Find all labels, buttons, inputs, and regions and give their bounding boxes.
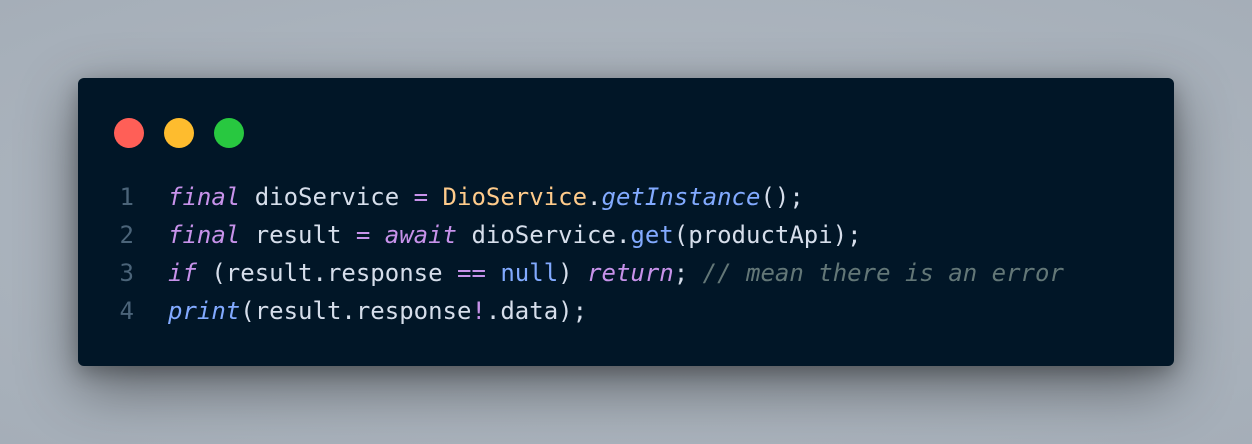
- code-line: 3 if (result.response == null) return; /…: [78, 254, 1174, 292]
- code-window: 1 final dioService = DioService.getInsta…: [78, 78, 1174, 366]
- code-token: (result.response: [196, 259, 457, 287]
- line-number: 4: [119, 297, 134, 325]
- code-token: .data);: [485, 297, 588, 325]
- code-token: !: [471, 297, 486, 325]
- code-line: 2 final result = await dioService.get(pr…: [78, 216, 1174, 254]
- code-token: getInstance: [601, 183, 761, 211]
- line-number: 2: [119, 221, 134, 249]
- code-block: 1 final dioService = DioService.getInsta…: [78, 178, 1174, 330]
- line-number: 3: [119, 259, 134, 287]
- code-token: if: [168, 259, 197, 287]
- code-token: // mean there is an error: [702, 259, 1064, 287]
- code-token: null: [500, 259, 559, 287]
- maximize-button[interactable]: [214, 118, 244, 148]
- line-content: if (result.response == null) return; // …: [168, 254, 1064, 292]
- code-token: result: [240, 221, 356, 249]
- line-content: print(result.response!.data);: [168, 292, 587, 330]
- code-token: final: [168, 183, 241, 211]
- code-token: .: [587, 183, 602, 211]
- code-token: final: [168, 221, 241, 249]
- code-token: =: [355, 221, 371, 249]
- code-token: ==: [457, 259, 486, 287]
- close-button[interactable]: [114, 118, 144, 148]
- code-token: ();: [760, 183, 804, 211]
- line-content: final result = await dioService.get(prod…: [168, 216, 862, 254]
- code-token: return: [587, 259, 674, 287]
- code-token: get: [630, 221, 674, 249]
- line-number: 1: [119, 183, 134, 211]
- code-token: DioService: [442, 183, 588, 211]
- code-line: 1 final dioService = DioService.getInsta…: [78, 178, 1174, 216]
- code-token: (result.response: [240, 297, 472, 325]
- code-token: =: [413, 183, 429, 211]
- code-token: ): [558, 259, 588, 287]
- line-content: final dioService = DioService.getInstanc…: [168, 178, 804, 216]
- code-token: print: [168, 297, 241, 325]
- code-token: (productApi);: [673, 221, 862, 249]
- code-token: await: [384, 221, 457, 249]
- minimize-button[interactable]: [164, 118, 194, 148]
- code-line: 4 print(result.response!.data);: [78, 292, 1174, 330]
- window-controls: [114, 118, 244, 148]
- code-token: dioService: [240, 183, 414, 211]
- code-token: dioService.: [457, 221, 631, 249]
- code-token: ;: [673, 259, 703, 287]
